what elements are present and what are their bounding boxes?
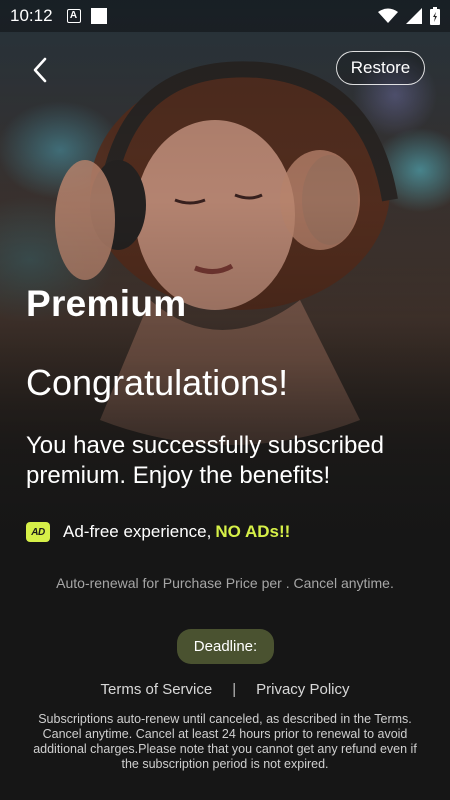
- signal-icon: [406, 8, 422, 24]
- legal-links: Terms of Service | Privacy Policy: [0, 681, 450, 698]
- auto-renewal-note: Auto-renewal for Purchase Price per . Ca…: [56, 575, 394, 591]
- chevron-left-icon: [33, 57, 47, 83]
- benefit-highlight: NO ADs!!: [215, 522, 291, 541]
- benefit-ad-free: AD Ad-free experience, NO ADs!!: [26, 522, 290, 542]
- wifi-icon: [378, 8, 398, 23]
- success-message: You have successfully subscribed premium…: [26, 432, 384, 489]
- subscription-fine-print: Subscriptions auto-renew until canceled,…: [33, 712, 417, 771]
- congratulations-heading: Congratulations!: [26, 362, 289, 403]
- benefit-text: Ad-free experience,: [63, 522, 212, 541]
- battery-charging-icon: [430, 7, 440, 25]
- white-square-icon: [90, 8, 107, 24]
- terms-of-service-link[interactable]: Terms of Service: [101, 681, 213, 698]
- back-button[interactable]: [22, 52, 58, 88]
- status-time: 10:12: [10, 6, 53, 25]
- link-separator: |: [232, 681, 237, 698]
- premium-title: Premium: [26, 283, 187, 324]
- a-box-icon: A: [66, 9, 81, 23]
- status-icons: [378, 7, 440, 25]
- status-bar: 10:12 A: [0, 0, 450, 32]
- restore-button[interactable]: Restore: [336, 51, 425, 85]
- deadline-badge: Deadline:: [177, 629, 274, 664]
- ad-free-icon: AD: [26, 522, 50, 542]
- privacy-policy-link[interactable]: Privacy Policy: [256, 681, 349, 698]
